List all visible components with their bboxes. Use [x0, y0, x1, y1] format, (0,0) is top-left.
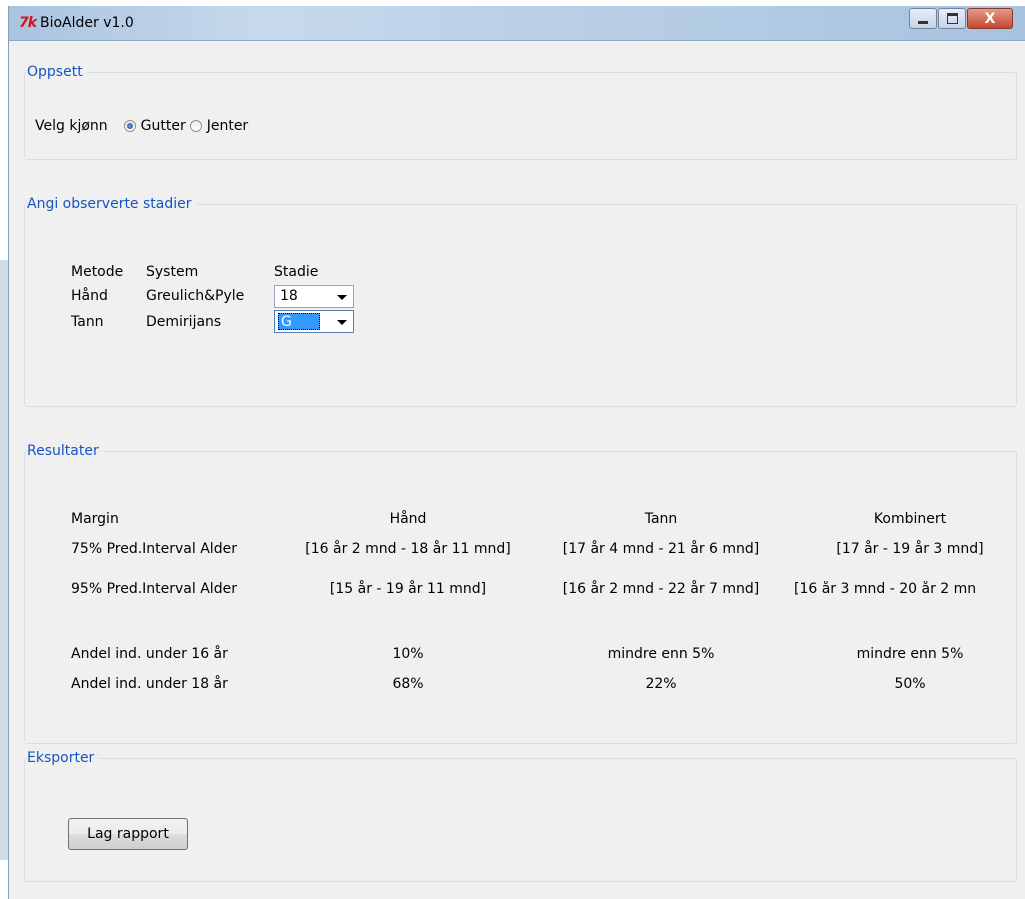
window-controls: X [908, 8, 1013, 30]
results-header-margin: Margin [71, 511, 119, 527]
result-row-tooth: mindre enn 5% [607, 646, 715, 662]
result-row-combined: 50% [894, 676, 926, 692]
results-header-combined: Kombinert [873, 511, 947, 527]
close-button[interactable]: X [967, 8, 1013, 29]
title-bar[interactable]: 7k BioAlder v1.0 X [9, 6, 1025, 41]
header-method: Metode [71, 264, 124, 280]
result-row-label: 75% Pred.Interval Alder [71, 541, 237, 557]
setup-group: Oppsett [24, 64, 1017, 160]
gender-label: Velg kjønn [35, 118, 108, 134]
result-row-hand: 10% [392, 646, 424, 662]
results-header-tooth: Tann [644, 511, 678, 527]
result-row-hand: 68% [392, 676, 424, 692]
results-header-hand: Hånd [389, 511, 427, 527]
row-tooth-method: Tann [71, 314, 104, 330]
tooth-stage-value: G [278, 313, 320, 330]
minimize-icon [918, 20, 928, 24]
hand-stage-value: 18 [280, 288, 298, 304]
chevron-down-icon [337, 295, 347, 300]
header-stage: Stadie [274, 264, 319, 280]
row-hand-method: Hånd [71, 288, 108, 304]
export-legend: Eksporter [27, 750, 99, 766]
result-row-combined: [17 år - 19 år 3 mnd] [836, 541, 984, 557]
result-row-label: Andel ind. under 16 år [71, 646, 228, 662]
tk-feather-icon: 7k [19, 15, 37, 31]
hand-stage-select[interactable]: 18 [274, 285, 354, 308]
result-row-tooth: 22% [645, 676, 677, 692]
result-row-hand: [16 år 2 mnd - 18 år 11 mnd] [305, 541, 511, 557]
chevron-down-icon [337, 320, 347, 325]
results-group: Resultater [24, 443, 1017, 744]
radio-jenter[interactable] [189, 120, 202, 132]
background-window-edge [0, 260, 8, 860]
maximize-icon [946, 13, 958, 24]
gender-selector: Velg kjønn Gutter Jenter [35, 118, 252, 134]
setup-legend: Oppsett [27, 64, 87, 80]
create-report-button[interactable]: Lag rapport [68, 818, 188, 850]
stages-legend: Angi observerte stadier [27, 196, 196, 212]
stages-group: Angi observerte stadier [24, 196, 1017, 407]
window-title: BioAlder v1.0 [40, 15, 134, 31]
result-row-tooth: [16 år 2 mnd - 22 år 7 mnd] [562, 581, 760, 597]
result-row-combined: mindre enn 5% [856, 646, 964, 662]
radio-gutter-label[interactable]: Gutter [141, 118, 186, 134]
results-legend: Resultater [27, 443, 103, 459]
row-tooth-system: Demirijans [146, 314, 222, 330]
minimize-button[interactable] [909, 8, 937, 29]
result-row-label: Andel ind. under 18 år [71, 676, 228, 692]
result-row-combined: [16 år 3 mnd - 20 år 2 mn [794, 581, 977, 597]
radio-jenter-label[interactable]: Jenter [207, 118, 248, 134]
result-row-label: 95% Pred.Interval Alder [71, 581, 237, 597]
radio-gutter[interactable] [123, 120, 136, 132]
app-window: 7k BioAlder v1.0 X Oppsett Velg kjønn Gu… [8, 6, 1025, 899]
result-row-hand: [15 år - 19 år 11 mnd] [329, 581, 487, 597]
header-system: System [146, 264, 199, 280]
close-icon: X [984, 10, 996, 27]
tooth-stage-select[interactable]: G [274, 310, 354, 333]
result-row-tooth: [17 år 4 mnd - 21 år 6 mnd] [562, 541, 760, 557]
row-hand-system: Greulich&Pyle [146, 288, 245, 304]
maximize-button[interactable] [938, 8, 966, 29]
